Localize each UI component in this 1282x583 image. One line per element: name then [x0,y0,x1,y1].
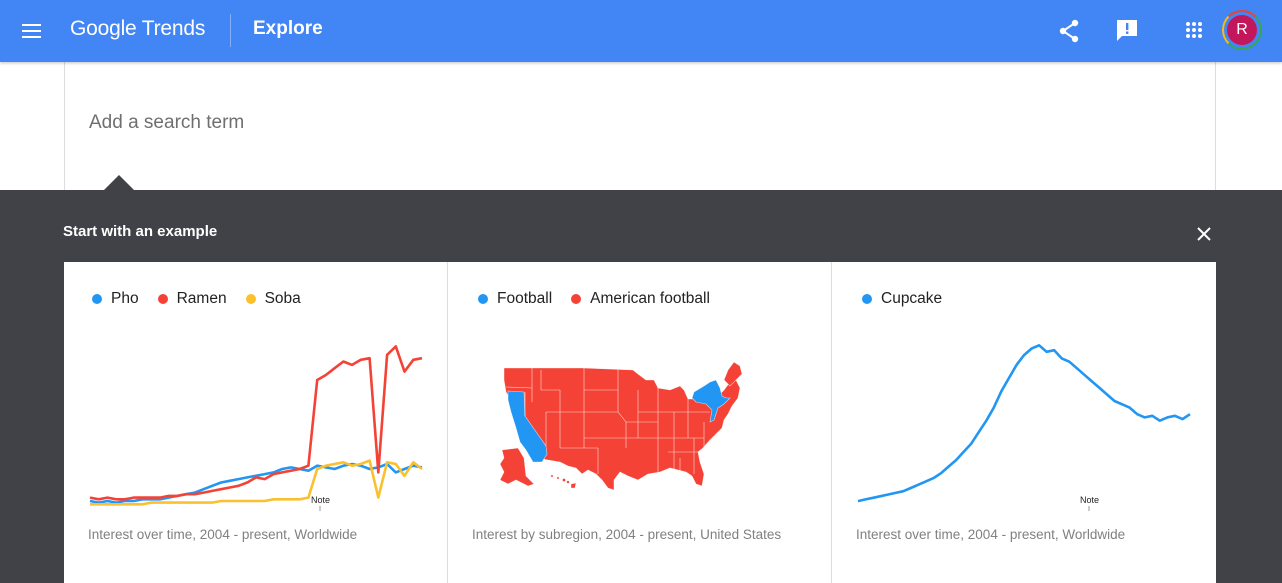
share-icon[interactable] [1053,15,1085,47]
close-icon[interactable] [1194,224,1214,244]
google-trends-logo[interactable]: Google Trends [70,17,205,41]
map-region-hawaii [550,474,577,489]
chart-caption: Interest over time, 2004 - present, Worl… [88,527,358,542]
popover-caret [103,175,135,191]
example-cards: Pho Ramen Soba Note Interest over time, … [64,262,1216,583]
chart-caption: Interest over time, 2004 - present, Worl… [856,527,1126,542]
feedback-icon[interactable] [1111,15,1143,47]
page-title: Explore [253,18,323,39]
header-divider [230,14,231,47]
chart-caption: Interest by subregion, 2004 - present, U… [472,527,782,542]
examples-title: Start with an example [63,223,218,240]
interest-over-time-chart: Note [857,344,1191,511]
chart-note-label: Note [311,495,330,505]
search-card [64,62,1216,192]
map-region-american-football-maine [723,361,743,387]
apps-grid-icon[interactable] [1178,15,1210,47]
hamburger-menu-icon[interactable] [18,18,46,44]
chart-note-label: Note [1080,495,1099,505]
example-card-cupcake[interactable]: Cupcake Note Interest over time, 2004 - … [832,262,1216,583]
interest-over-time-chart: Note [89,345,423,511]
example-card-pho-ramen-soba[interactable]: Pho Ramen Soba Note Interest over time, … [64,262,448,583]
examples-panel: Start with an example Pho Ramen Soba Not… [0,190,1282,583]
series-line-cupcake [857,344,1191,503]
example-card-football[interactable]: Football American football Interest by s… [448,262,832,583]
account-avatar-button[interactable]: R [1222,10,1262,50]
us-map-chart [499,361,743,491]
avatar: R [1227,15,1257,45]
top-app-bar: Google Trends Explore R [0,0,1282,62]
search-input[interactable] [89,112,689,134]
